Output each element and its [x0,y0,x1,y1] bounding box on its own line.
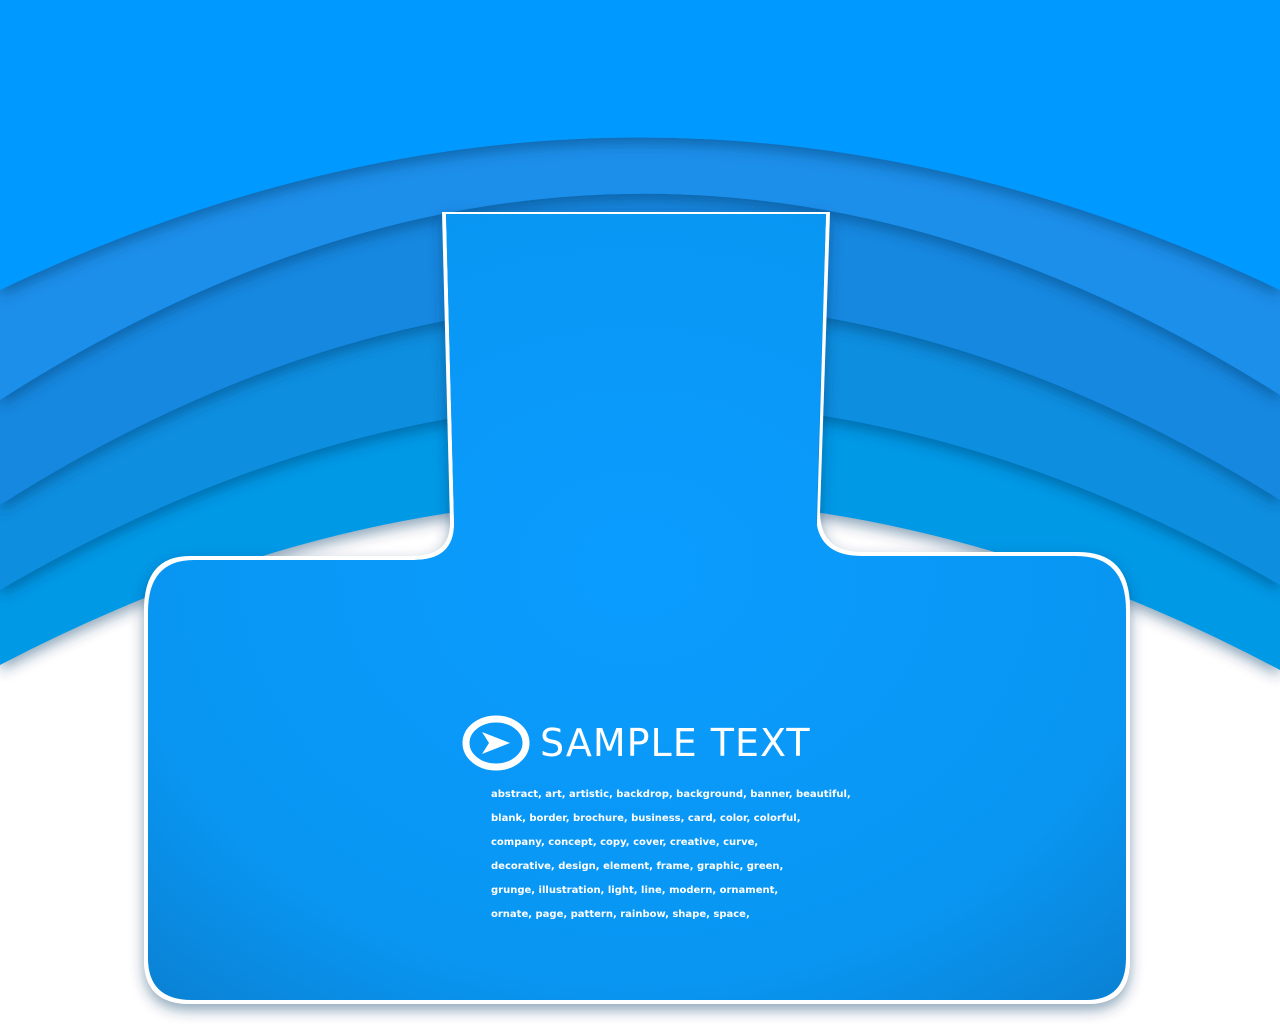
keyword-line: company, concept, copy, cover, creative,… [491,837,759,848]
headline-title: SAMPLE TEXT [540,721,811,765]
arrow-in-ellipse-icon [462,715,530,771]
keyword-line: decorative, design, element, frame, grap… [491,861,784,872]
headline-group: SAMPLE TEXT [462,714,811,772]
keyword-line: abstract, art, artistic, backdrop, backg… [491,789,851,800]
keyword-list: abstract, art, artistic, backdrop, backg… [491,788,851,932]
artwork-canvas: SAMPLE TEXT abstract, art, artistic, bac… [0,0,1280,1024]
keyword-line: ornate, page, pattern, rainbow, shape, s… [491,909,750,920]
keyword-line: blank, border, brochure, business, card,… [491,813,801,824]
keyword-line: grunge, illustration, light, line, moder… [491,885,779,896]
